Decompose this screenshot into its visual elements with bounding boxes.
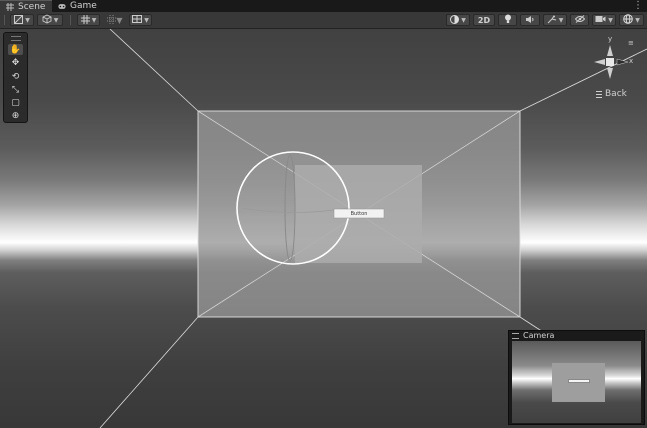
gizmo-x-label: x (629, 57, 634, 65)
chevron-down-icon: ▼ (91, 16, 97, 24)
hand-icon: ✋ (9, 44, 22, 55)
tab-scene-label: Scene (18, 1, 46, 12)
render-mode-button[interactable]: ▼ (37, 14, 63, 26)
back-label: Back (605, 89, 627, 99)
rotate-tool[interactable]: ⟲ (8, 71, 23, 82)
gizmo-y-label: y (608, 35, 613, 43)
audio-toggle[interactable] (520, 14, 540, 26)
chevron-down-icon: ▼ (635, 16, 640, 24)
grid-snap-button[interactable]: ▼ (77, 14, 100, 26)
view-options-button[interactable]: ▼ (129, 14, 152, 26)
eye-slash-icon (574, 15, 585, 25)
camera-preview-header[interactable]: Camera (509, 331, 644, 340)
scale-icon: ⤡ (11, 84, 20, 95)
chevron-down-icon: ▼ (558, 16, 564, 24)
camera-preview[interactable]: Camera (508, 330, 645, 425)
globe-icon (623, 14, 633, 26)
back-view-button[interactable]: Back (596, 89, 627, 99)
shading-mode-button[interactable]: ▼ (446, 14, 470, 26)
lightbulb-icon (504, 14, 512, 26)
grid-overlay-icon (132, 15, 143, 25)
scene-toolbar: ▼ ▼ ▼ ▼ ▼ ▼ 2D ▼ ▼ ▼ (0, 12, 647, 29)
lighting-toggle[interactable] (498, 14, 517, 26)
scene-grid-icon (6, 2, 14, 11)
transform-icon: ⊕ (11, 110, 20, 121)
tools-overlay: ✋ ✥ ⟲ ⤡ ▢ ⊕ (3, 32, 28, 123)
preview-button (568, 379, 590, 383)
chevron-down-icon: ▼ (25, 16, 30, 24)
effects-button[interactable]: ▼ (543, 14, 567, 26)
draw-mode-button[interactable]: ▼ (10, 14, 34, 26)
frustum-line (109, 29, 199, 112)
frustum-line (99, 316, 199, 428)
shaded-icon (14, 14, 24, 26)
mode-2d-label: 2D (477, 15, 491, 25)
chevron-down-icon: ▼ (116, 15, 123, 25)
chevron-down-icon: ▼ (461, 16, 466, 24)
tab-bar: Scene Game ⋮ (0, 0, 647, 12)
scene-viewport[interactable]: Button ✋ ✥ ⟲ ⤡ ▢ ⊕ y x ≡ Back Camera (0, 29, 647, 428)
gizmos-button[interactable]: ▼ (619, 14, 644, 26)
rect-icon: ▢ (11, 97, 20, 108)
rect-tool[interactable]: ▢ (8, 97, 23, 108)
shading-sphere-icon (450, 14, 460, 26)
snap-grid-icon (107, 14, 117, 26)
cube-icon (42, 14, 52, 26)
move-tool[interactable]: ✥ (8, 57, 23, 68)
rotate-icon: ⟲ (11, 71, 20, 82)
grid-icon (80, 14, 90, 26)
scale-tool[interactable]: ⤡ (8, 84, 23, 95)
drag-handle-icon (512, 332, 519, 339)
orientation-gizmo[interactable]: y x ≡ (590, 35, 636, 92)
effects-icon (547, 15, 557, 26)
ui-button-label: Button (350, 210, 368, 217)
move-icon: ✥ (11, 57, 20, 68)
lock-view-icon (596, 90, 602, 98)
mode-2d-button[interactable]: 2D (473, 14, 495, 26)
toolbar-divider (4, 15, 5, 25)
toolbar-divider (70, 15, 71, 25)
tab-scene[interactable]: Scene (0, 0, 52, 12)
increment-snap-button[interactable]: ▼ (103, 14, 127, 26)
gizmo-z-label: ≡ (628, 39, 634, 47)
chevron-down-icon: ▼ (53, 16, 59, 24)
camera-preview-title: Camera (523, 331, 555, 340)
drag-handle-icon[interactable] (11, 36, 21, 41)
kebab-icon[interactable]: ⋮ (633, 0, 643, 12)
chevron-down-icon: ▼ (608, 16, 613, 24)
hand-tool[interactable]: ✋ (8, 44, 23, 55)
tab-game-label: Game (70, 1, 97, 11)
chevron-down-icon: ▼ (144, 16, 149, 24)
visibility-toggle[interactable] (570, 14, 589, 26)
camera-settings-button[interactable]: ▼ (592, 14, 616, 26)
speaker-icon (525, 15, 535, 26)
transform-tool[interactable]: ⊕ (8, 110, 23, 121)
video-camera-icon (595, 15, 606, 25)
gamepad-icon (58, 2, 66, 10)
camera-preview-view (512, 341, 641, 423)
tab-game[interactable]: Game (52, 0, 98, 12)
